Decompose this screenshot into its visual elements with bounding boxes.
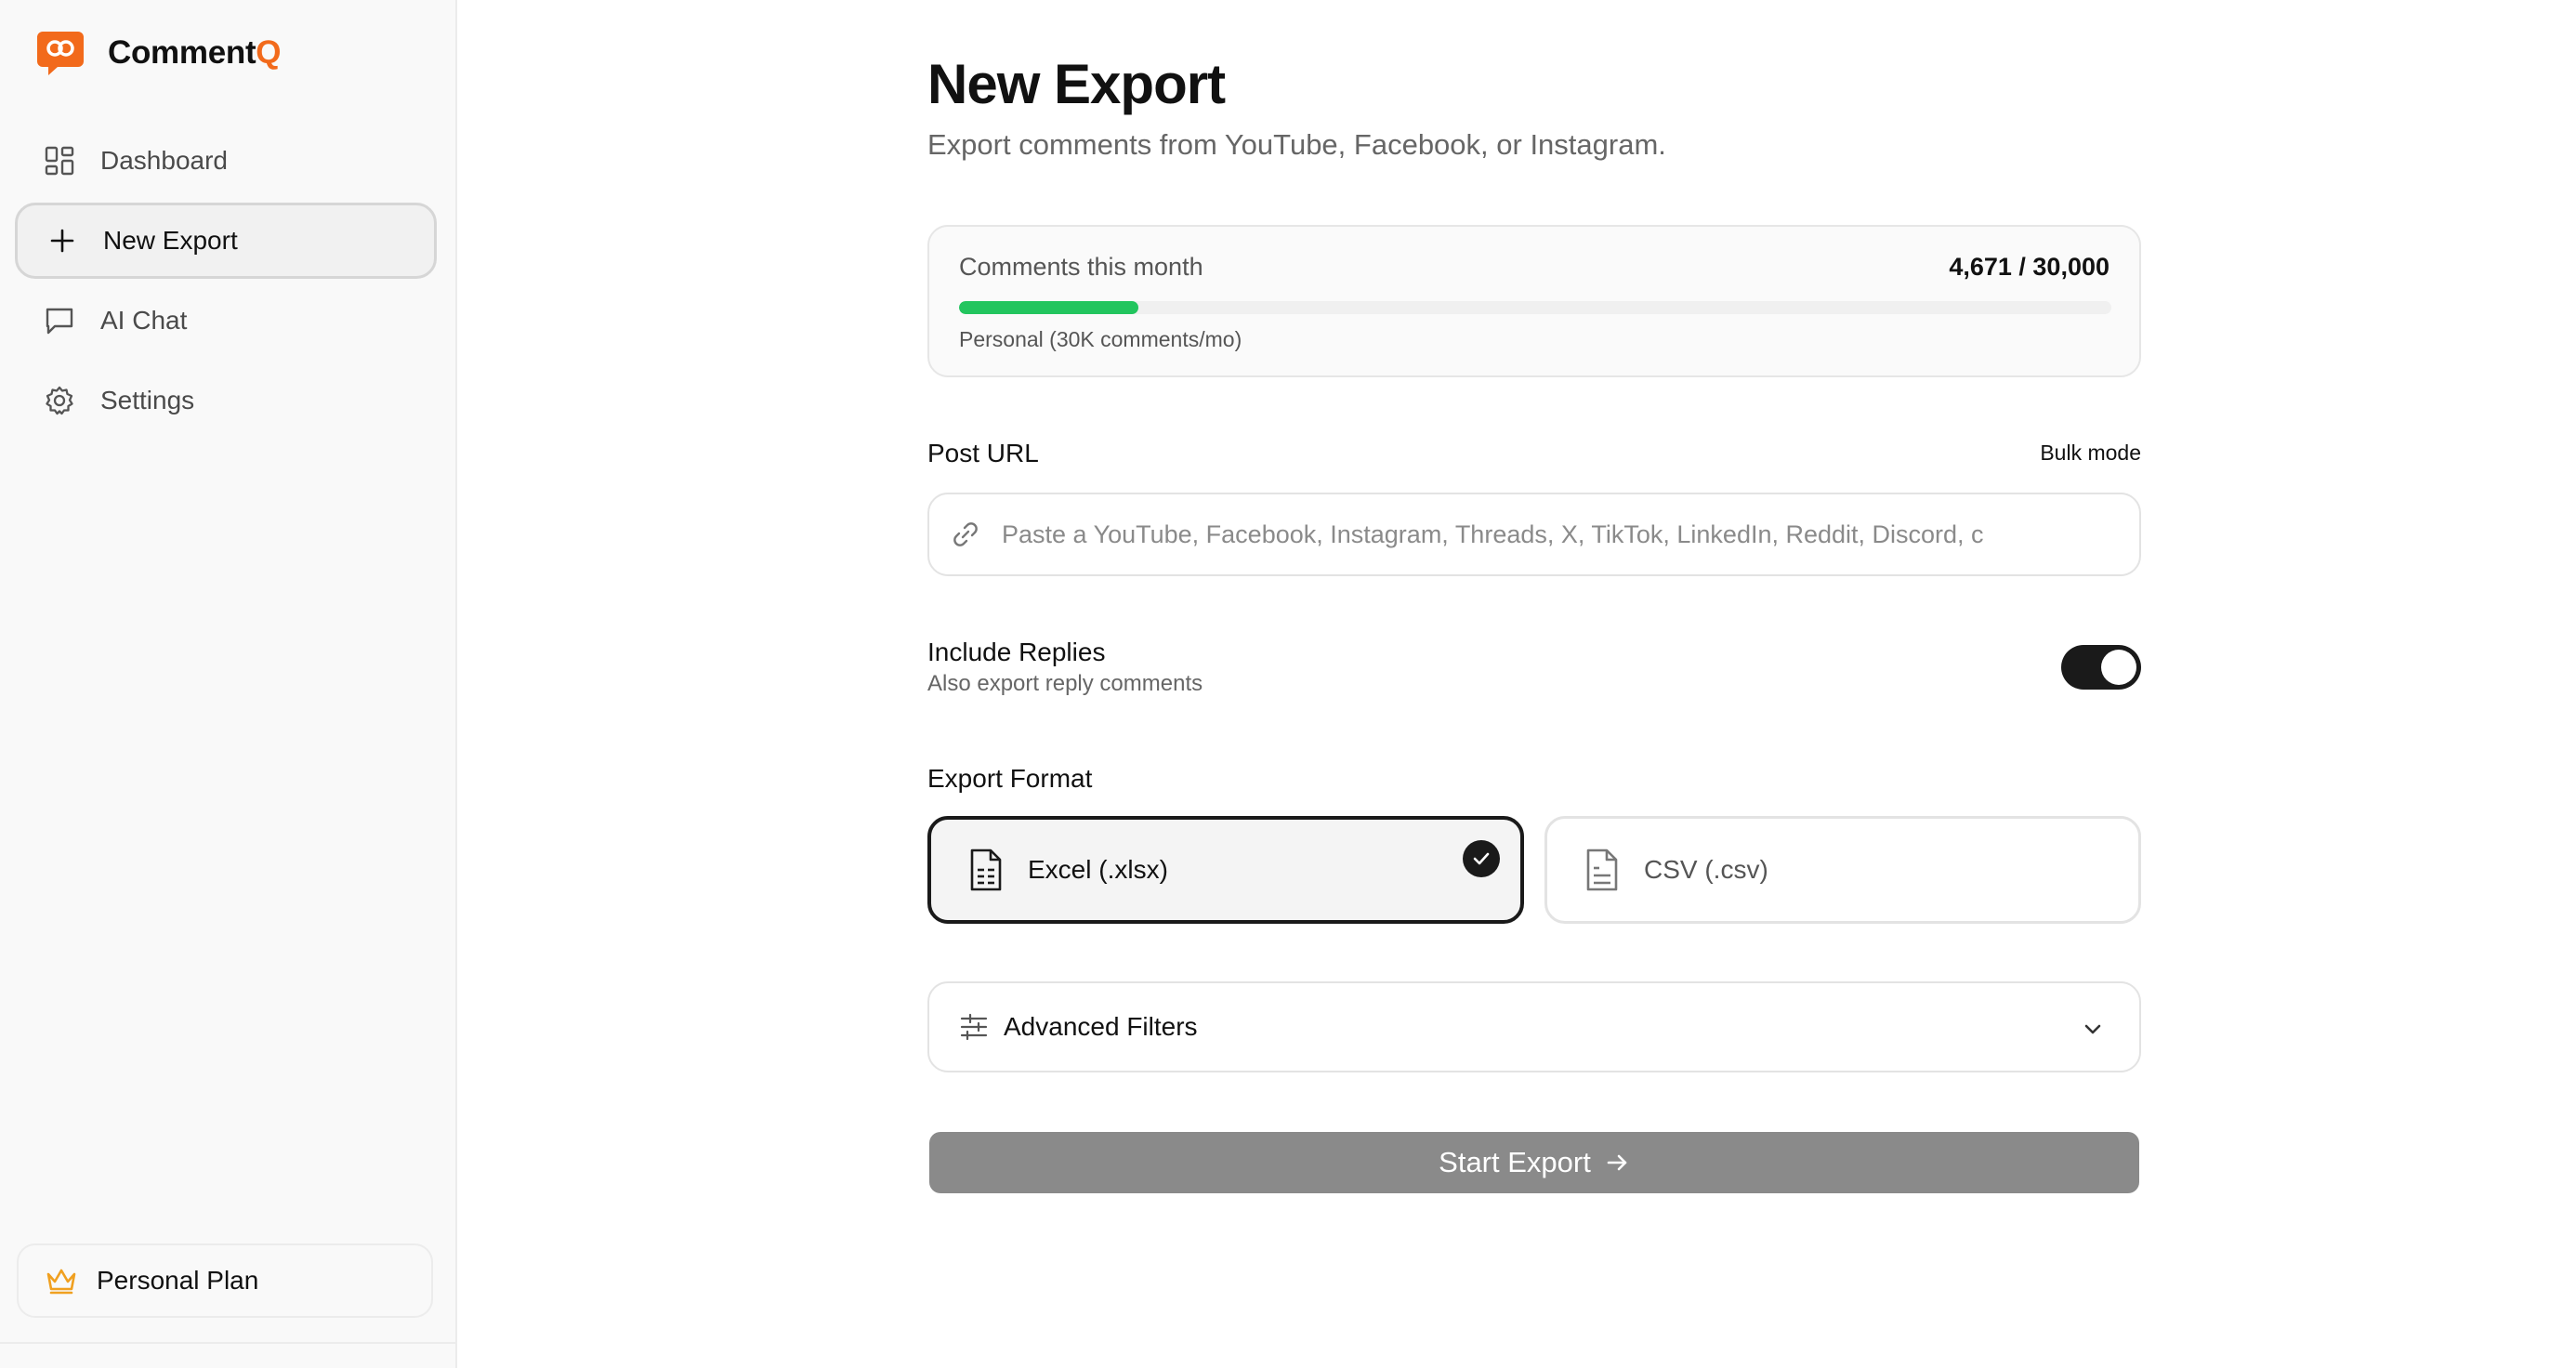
page-subtitle: Export comments from YouTube, Facebook, … [927,128,1666,161]
sidebar-item-new-export[interactable]: New Export [15,203,437,279]
personal-plan-card[interactable]: Personal Plan [17,1243,433,1318]
format-option-label: CSV (.csv) [1644,855,1768,884]
advanced-filters-toggle[interactable]: Advanced Filters [927,981,2141,1072]
chevron-down-icon [2084,1024,2101,1034]
sidebar-item-settings[interactable]: Settings [15,362,437,439]
sidebar-item-label: Dashboard [100,146,228,175]
bulk-mode-link[interactable]: Bulk mode [2040,441,2141,466]
crown-icon [46,1269,76,1295]
divider [0,1342,455,1344]
usage-count: 4,671 / 30,000 [1949,253,2109,281]
format-option-label: Excel (.xlsx) [1028,855,1168,884]
sidebar-item-ai-chat[interactable]: AI Chat [15,283,437,359]
sidebar-item-label: AI Chat [100,306,188,335]
export-format-label: Export Format [927,764,1093,793]
format-option-excel[interactable]: Excel (.xlsx) [927,816,1524,924]
page-title: New Export [927,53,1226,115]
sidebar-item-label: Settings [100,386,195,414]
check-icon [1463,840,1500,877]
grid-icon [43,144,76,178]
post-url-label: Post URL [927,439,1039,467]
chat-bubble-icon [43,304,76,337]
sidebar-item-label: New Export [103,226,238,255]
include-replies-subtitle: Also export reply comments [927,671,1203,696]
usage-plan-text: Personal (30K comments/mo) [959,327,1242,351]
usage-progress-bar [959,301,2111,314]
advanced-filters-label: Advanced Filters [1004,1012,1198,1041]
plan-label: Personal Plan [97,1266,259,1295]
toggle-knob [2101,650,2136,685]
start-export-button[interactable]: Start Export [929,1132,2139,1193]
format-option-csv[interactable]: CSV (.csv) [1544,816,2141,924]
include-replies-toggle[interactable] [2061,645,2141,690]
link-icon [953,522,978,546]
usage-progress-fill [959,301,1139,314]
gear-icon [43,384,76,417]
post-url-input[interactable] [1000,519,2044,550]
commentq-logo-icon [37,32,84,75]
start-export-label: Start Export [1439,1146,1591,1178]
plus-icon [46,224,79,257]
app-name: CommentQ [108,34,282,71]
sliders-icon [960,1013,988,1041]
sidebar: CommentQ Dashboard New Export AI Chat Se… [0,0,457,1368]
usage-label: Comments this month [959,253,1203,281]
usage-card: Comments this month 4,671 / 30,000 Perso… [927,225,2141,377]
sidebar-item-dashboard[interactable]: Dashboard [15,123,437,199]
post-url-field[interactable] [927,493,2141,576]
app-logo[interactable]: CommentQ [35,28,282,78]
text-file-icon [1586,848,1618,891]
include-replies-title: Include Replies [927,638,1106,666]
arrow-right-icon [1607,1154,1627,1171]
spreadsheet-file-icon [970,848,1002,891]
